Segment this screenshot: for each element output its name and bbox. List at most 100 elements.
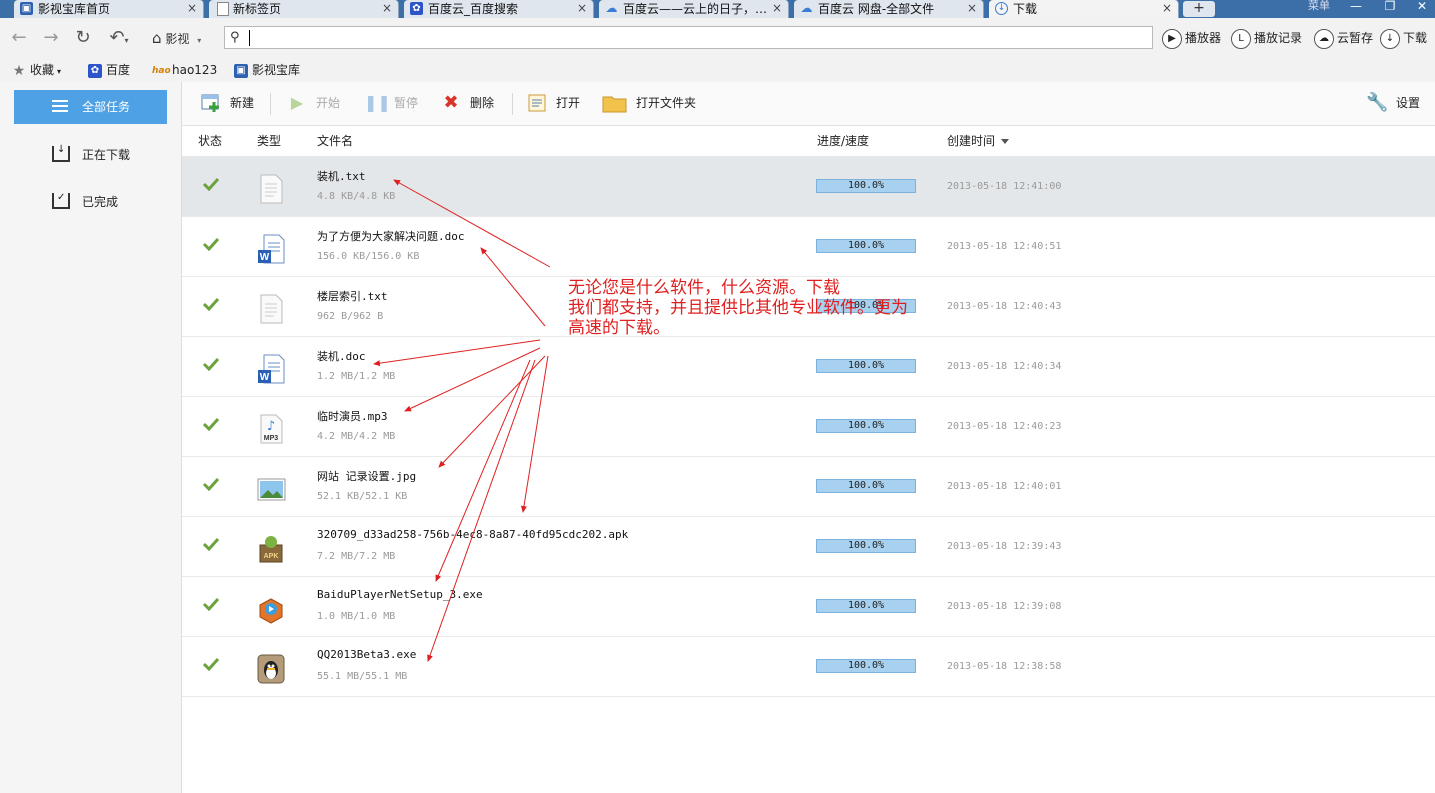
bookmark-label: 百度 [106, 63, 131, 77]
checkmark-icon [202, 537, 220, 552]
progress-text: 100.0% [847, 360, 885, 371]
back-arrow-icon[interactable]: ← [8, 28, 30, 48]
tab-baidu-cloud-files[interactable]: ☁ 百度云 网盘-全部文件 × [794, 0, 984, 18]
tab-label: 下载 [1013, 2, 1038, 16]
close-icon[interactable]: × [1162, 1, 1172, 15]
tab-yingshi-home[interactable]: ▣ 影视宝库首页 × [14, 0, 204, 18]
tab-label: 影视宝库首页 [38, 2, 111, 16]
sidebar-item-label: 正在下载 [82, 148, 131, 162]
bookmark-baidu[interactable]: ✿ 百度 [88, 61, 130, 79]
bookmark-yingshi[interactable]: ▣ 影视宝库 [234, 61, 300, 79]
close-window-icon[interactable]: ✕ [1412, 0, 1432, 14]
completed-icon: ✓ [52, 192, 70, 209]
minimize-icon[interactable]: — [1346, 0, 1366, 14]
annotation-line: 我们都支持，并且提供比其他专业软件。更为 [568, 298, 908, 318]
column-header-created[interactable]: 创建时间 [947, 126, 1010, 156]
downloading-icon: ↓ [52, 144, 70, 162]
svg-text:♪: ♪ [267, 419, 275, 434]
baidu-player-icon [256, 593, 286, 625]
search-icon: ⚲ [230, 30, 240, 45]
progress-text: 100.0% [847, 240, 885, 251]
progress-bar: 100.0% [816, 479, 916, 493]
svg-text:W: W [260, 252, 270, 263]
sidebar-item-all-tasks[interactable]: 全部任务 [14, 90, 167, 124]
baidu-cloud-icon: ☁ [800, 1, 813, 15]
tab-new-tab[interactable]: 新标签页 × [209, 0, 399, 18]
player-button[interactable]: ▶ 播放器 [1162, 27, 1221, 49]
progress-text: 100.0% [847, 480, 885, 491]
forward-arrow-icon[interactable]: → [40, 28, 62, 48]
table-row[interactable]: QQ2013Beta3.exe 55.1 MB/55.1 MB 100.0% 2013… [182, 637, 1435, 697]
table-row[interactable]: W 为了方便为大家解决问题.doc 156.0 KB/156.0 KB 100.0% 2… [182, 217, 1435, 277]
image-file-icon [256, 473, 286, 505]
new-tab-button[interactable]: + [1183, 1, 1215, 17]
column-header-status[interactable]: 状态 [198, 126, 222, 156]
table-row[interactable]: 装机.txt 4.8 KB/4.8 KB 100.0% 2013-05-18 12:4… [182, 157, 1435, 217]
chevron-down-icon: ▾ [197, 36, 202, 45]
close-icon[interactable]: × [577, 1, 587, 15]
play-icon: ▶ [290, 93, 304, 112]
page-icon [217, 2, 229, 16]
close-icon[interactable]: × [772, 1, 782, 15]
film-icon: ▣ [20, 2, 33, 15]
refresh-icon[interactable]: ↻ [72, 28, 94, 48]
folder-icon [602, 93, 627, 113]
progress-text: 100.0% [847, 600, 885, 611]
tab-download[interactable]: ↓ 下载 × [989, 0, 1179, 18]
progress-bar: 100.0% [816, 659, 916, 673]
checkmark-icon [202, 477, 220, 492]
bookmark-favorites[interactable]: ★ 收藏 ▾ [12, 61, 61, 79]
undo-icon[interactable]: ↶▾ [104, 28, 134, 48]
close-icon[interactable]: × [382, 1, 392, 15]
tab-label: 百度云_百度搜索 [428, 2, 519, 16]
play-history-button[interactable]: L 播放记录 [1231, 27, 1302, 49]
annotation-line: 高速的下载。 [568, 318, 670, 338]
bookmark-hao123[interactable]: haohao123 [152, 61, 217, 79]
created-time: 2013-05-18 12:40:01 [947, 481, 1062, 492]
column-header-progress[interactable]: 进度/速度 [817, 126, 869, 156]
table-row[interactable]: BaiduPlayerNetSetup_3.exe 1.0 MB/1.0 MB 10… [182, 577, 1435, 637]
word-file-icon: W [256, 353, 286, 385]
bookmark-label: hao123 [172, 63, 218, 77]
file-size: 4.2 MB/4.2 MB [317, 431, 396, 442]
new-label: 新建 [230, 96, 255, 110]
close-icon[interactable]: × [187, 1, 197, 15]
pause-icon: ❚❚ [364, 93, 391, 112]
file-size: 962 B/962 B [317, 311, 384, 322]
file-size: 1.2 MB/1.2 MB [317, 371, 396, 382]
mp3-file-icon: ♪ MP3 [256, 413, 286, 445]
file-size: 156.0 KB/156.0 KB [317, 251, 420, 262]
hao123-icon: hao [152, 65, 171, 76]
svg-text:W: W [260, 372, 270, 383]
home-button[interactable]: ⌂ 影视 ▾ [152, 28, 201, 48]
table-row[interactable]: ♪ MP3 临时演员.mp3 4.2 MB/4.2 MB 100.0% 2013-05-1… [182, 397, 1435, 457]
svg-text:APK: APK [264, 553, 279, 560]
annotation-line: 无论您是什么软件，什么资源。下载 [568, 278, 840, 298]
address-bar[interactable]: ⚲ [224, 26, 1153, 49]
tab-baidu-search[interactable]: ✿ 百度云_百度搜索 × [404, 0, 594, 18]
download-icon: ↓ [995, 2, 1008, 15]
column-header-filename[interactable]: 文件名 [317, 126, 353, 156]
maximize-icon[interactable]: ❐ [1380, 0, 1400, 14]
navigation-bar: ← → ↻ ↶▾ ⌂ 影视 ▾ ⚲ ▶ 播放器 L 播放记录 ☁ 云暂存 ↓ 下载 [0, 18, 1435, 59]
column-header-type[interactable]: 类型 [257, 126, 281, 156]
table-row[interactable]: W 装机.doc 1.2 MB/1.2 MB 100.0% 2013-05-18 12:… [182, 337, 1435, 397]
tab-baidu-cloud-days[interactable]: ☁ 百度云——云上的日子，… × [599, 0, 789, 18]
file-name: 临时演员.mp3 [317, 410, 388, 423]
download-button[interactable]: ↓ 下载 [1380, 27, 1427, 49]
open-file-icon [526, 93, 548, 113]
cloud-icon: ☁ [1314, 28, 1334, 49]
close-icon[interactable]: × [967, 1, 977, 15]
table-row[interactable]: 网站 记录设置.jpg 52.1 KB/52.1 KB 100.0% 2013-05-… [182, 457, 1435, 517]
progress-bar: 100.0% [816, 239, 916, 253]
list-icon [52, 100, 68, 114]
file-name: 320709_d33ad258-756b-4ec8-8a87-40fd95cdc… [317, 528, 629, 541]
menu-label[interactable]: 菜单 [1308, 0, 1330, 12]
open-folder-label: 打开文件夹 [636, 96, 697, 110]
created-time: 2013-05-18 12:38:58 [947, 661, 1062, 672]
progress-bar: 100.0% [816, 599, 916, 613]
progress-text: 100.0% [847, 180, 885, 191]
cloud-save-button[interactable]: ☁ 云暂存 [1314, 27, 1373, 49]
table-row[interactable]: APK 320709_d33ad258-756b-4ec8-8a87-40fd95… [182, 517, 1435, 577]
new-file-icon [200, 93, 222, 113]
